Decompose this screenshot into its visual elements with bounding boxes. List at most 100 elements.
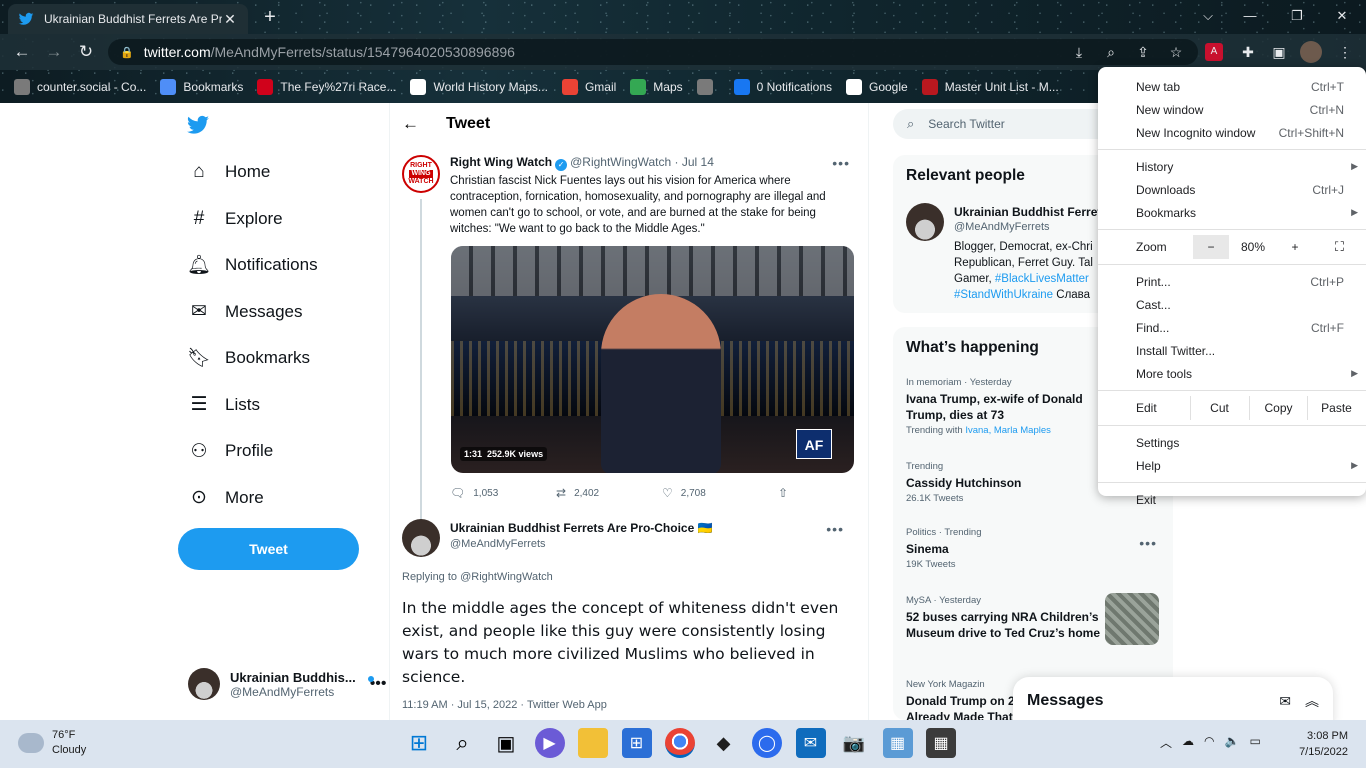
battery-icon[interactable]: ▭ (1249, 734, 1260, 751)
author-handle[interactable]: @RightWingWatch (570, 155, 671, 169)
pdf-extension-icon[interactable]: A (1205, 43, 1223, 61)
calculator-icon[interactable]: ▦ (926, 728, 956, 758)
trend-item[interactable]: Politics · Trending Sinema 19K Tweets (906, 527, 1166, 570)
avatar[interactable] (906, 203, 944, 241)
chrome-icon[interactable] (665, 728, 695, 758)
nav-item-profile[interactable]: ⚇ Profile (188, 436, 273, 466)
author-name[interactable]: Ukrainian Buddhist Ferrets Are Pro-Choic… (450, 521, 713, 535)
fullscreen-icon[interactable]: ⛶ (1335, 239, 1344, 255)
trend-links[interactable]: Ivana, Marla Maples (965, 425, 1051, 436)
dropbox-icon[interactable]: ◆ (709, 728, 739, 758)
tweet-video[interactable]: 1:31 252.9K views AF (451, 246, 854, 473)
nav-item-more[interactable]: ⊙ More (188, 483, 264, 513)
bookmark-item[interactable]: Google (846, 78, 908, 95)
tweet-more-icon[interactable]: ••• (832, 155, 850, 171)
hashtag-link[interactable]: #BlackLivesMatter (995, 273, 1089, 285)
like-action[interactable]: ♡ 2,708 (662, 486, 778, 500)
zoom-in-button[interactable]: + (1277, 240, 1313, 254)
relevant-person-handle[interactable]: @MeAndMyFerrets (954, 221, 1050, 233)
close-tab-icon[interactable]: ✕ (222, 11, 238, 28)
reload-button[interactable]: ↻ (74, 40, 98, 64)
menu-item[interactable]: New Incognito window Ctrl+Shift+N (1098, 121, 1366, 144)
share-action[interactable]: ⇧ (778, 486, 796, 500)
new-tab-button[interactable]: + (258, 6, 282, 30)
menu-item[interactable]: New tab Ctrl+T (1098, 75, 1366, 98)
replying-to[interactable]: Replying to @RightWingWatch (402, 571, 553, 583)
tweet-button[interactable]: Tweet (178, 528, 359, 570)
onedrive-icon[interactable]: ☁ (1182, 734, 1194, 751)
nav-item-notifications[interactable]: 🔔︎ Notifications (187, 250, 318, 280)
profile-avatar-icon[interactable] (1300, 41, 1322, 63)
avatar[interactable] (402, 519, 440, 557)
author-name[interactable]: Right Wing Watch (450, 155, 552, 169)
bookmark-item[interactable]: counter.social - Co... (14, 78, 146, 95)
relevant-person-name[interactable]: Ukrainian Buddhist Ferret (954, 205, 1101, 219)
author-handle[interactable]: @MeAndMyFerrets (450, 538, 546, 550)
clock[interactable]: 3:08 PM 7/15/2022 (1290, 728, 1348, 760)
tab-search-chevron-icon[interactable]: ⌵ (1193, 4, 1223, 28)
bookmark-item[interactable]: Bookmarks (160, 78, 243, 95)
nav-item-lists[interactable]: ☰ Lists (188, 390, 260, 420)
menu-item[interactable]: Exit (1098, 488, 1366, 511)
search-icon[interactable]: ⌕ (448, 728, 478, 758)
signal-icon[interactable]: ◯ (752, 728, 782, 758)
wifi-icon[interactable]: ◠ (1204, 734, 1214, 751)
camera-icon[interactable]: 📷 (839, 728, 869, 758)
nav-item-home[interactable]: ⌂ Home (188, 157, 270, 187)
active-tab[interactable]: Ukrainian Buddhist Ferrets Are Pr ✕ (8, 4, 248, 34)
zoom-out-button[interactable]: − (1193, 235, 1229, 259)
menu-item[interactable]: History ▶ (1098, 155, 1366, 178)
cut-button[interactable]: Cut (1190, 396, 1248, 420)
close-window-button[interactable]: ✕ (1327, 4, 1357, 28)
address-bar[interactable]: 🔒 twitter.com /MeAndMyFerrets/status/154… (108, 39, 1198, 65)
expand-chevron-icon[interactable]: ︽ (1305, 691, 1319, 711)
chat-icon[interactable]: ▶ (534, 728, 565, 758)
right-wing-watch-avatar[interactable]: RIGHT WING WATCH (402, 155, 440, 193)
install-app-icon[interactable]: ⤓ (1068, 41, 1090, 63)
forward-button[interactable]: → (42, 40, 66, 64)
menu-item[interactable]: Help ▶ (1098, 454, 1366, 477)
back-button[interactable]: ← (10, 40, 34, 64)
windows-start-icon[interactable]: ⊞ (404, 728, 434, 758)
bookmark-item[interactable]: Master Unit List - M... (921, 78, 1059, 95)
back-arrow-icon[interactable]: ← (402, 114, 424, 134)
new-message-icon[interactable]: ✉ (1279, 693, 1291, 710)
bookmark-item[interactable]: Gmail (561, 78, 616, 95)
share-icon[interactable]: ⇪ (1132, 41, 1154, 63)
reply-action[interactable]: 🗨 1,053 (450, 486, 556, 500)
tweet-more-icon[interactable]: ••• (826, 521, 844, 537)
extensions-puzzle-icon[interactable]: ✚ (1237, 41, 1259, 63)
menu-item[interactable]: Install Twitter... (1098, 339, 1366, 362)
bookmark-item[interactable]: 0 Notifications (733, 78, 832, 95)
bookmark-item[interactable]: The Fey%27ri Race... (257, 78, 396, 95)
store-icon[interactable]: ⊞ (621, 728, 652, 758)
nav-item-messages[interactable]: ✉ Messages (188, 297, 302, 327)
messages-drawer[interactable]: Messages ✉ ︽ (1013, 677, 1333, 720)
tweet-timestamp[interactable]: 11:19 AM · Jul 15, 2022 · Twitter Web Ap… (402, 699, 607, 711)
retweet-action[interactable]: ⇄ 2,402 (556, 486, 662, 500)
twitter-logo-icon[interactable] (186, 113, 214, 137)
maximize-button[interactable]: ❐ (1282, 4, 1312, 28)
trend-more-icon[interactable]: ••• (1139, 535, 1157, 551)
menu-item[interactable]: New window Ctrl+N (1098, 98, 1366, 121)
file-explorer-icon[interactable] (578, 728, 608, 758)
chevron-up-icon[interactable]: ︿ (1160, 734, 1172, 751)
weather-widget[interactable]: 76°F Cloudy (18, 728, 86, 758)
menu-item[interactable]: Downloads Ctrl+J (1098, 178, 1366, 201)
menu-item[interactable]: Settings (1098, 431, 1366, 454)
nav-item-bookmarks[interactable]: 🔖︎ Bookmarks (187, 343, 310, 373)
hashtag-link[interactable]: #StandWithUkraine (954, 289, 1053, 301)
menu-item[interactable]: Find... Ctrl+F (1098, 316, 1366, 339)
mail-icon[interactable]: ✉ (795, 728, 826, 758)
bookmark-star-icon[interactable]: ☆ (1165, 41, 1187, 63)
tweet-date[interactable]: · Jul 14 (675, 155, 714, 169)
kebab-menu-icon[interactable]: ⋮ (1334, 41, 1356, 63)
account-switcher[interactable]: Ukrainian Buddhis... @MeAndMyFerrets ••• (188, 668, 387, 700)
task-view-icon[interactable]: ▣ (491, 728, 521, 758)
menu-item[interactable]: Print... Ctrl+P (1098, 270, 1366, 293)
menu-item[interactable]: Cast... (1098, 293, 1366, 316)
copy-button[interactable]: Copy (1249, 396, 1307, 420)
volume-icon[interactable]: 🔈 (1225, 734, 1240, 751)
bookmark-item[interactable]: World History Maps... (410, 78, 548, 95)
paste-button[interactable]: Paste (1307, 396, 1365, 420)
